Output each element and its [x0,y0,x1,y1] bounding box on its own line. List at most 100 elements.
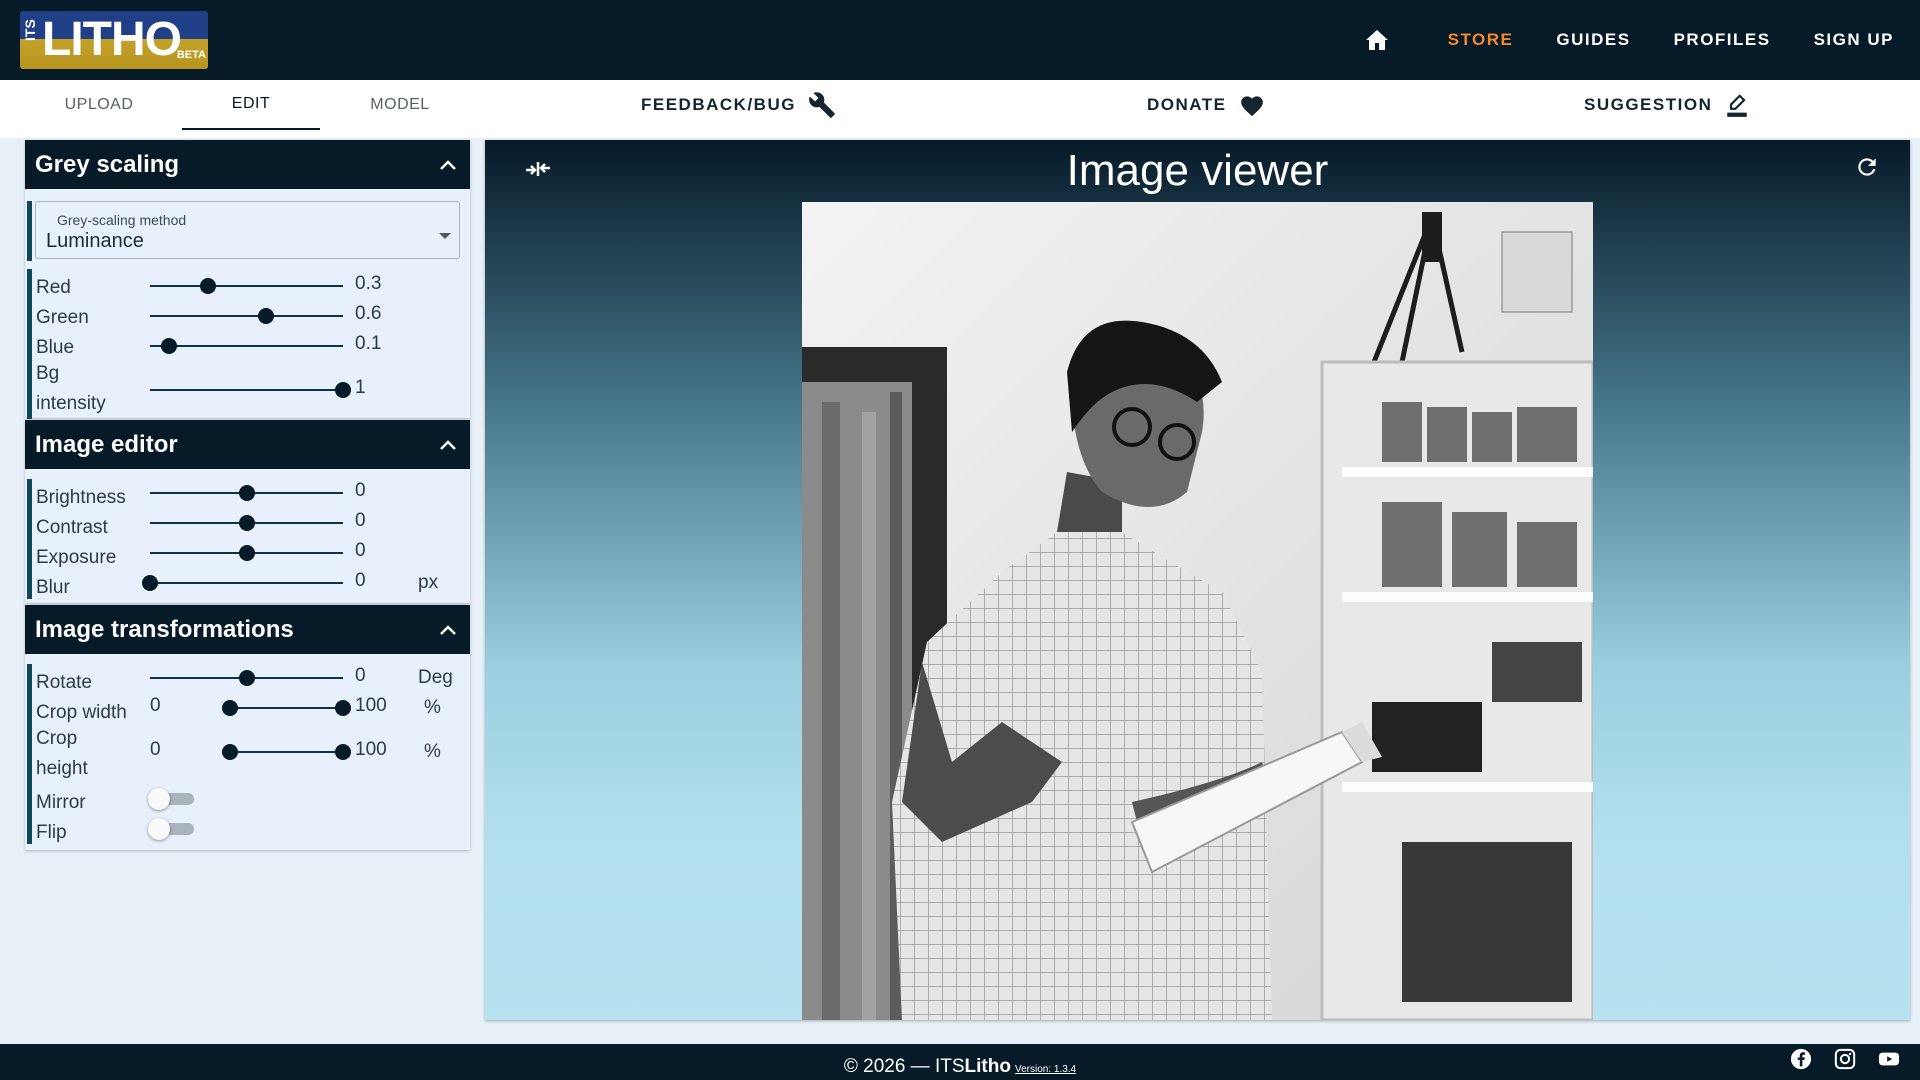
crop-width-max-thumb[interactable] [335,700,351,716]
red-slider-thumb[interactable] [199,278,216,294]
blur-label: Blur [36,577,70,598]
image-editor-panel: Image editor Brightness 0 Contrast 0 Exp… [25,420,470,603]
crop-height-label-line2: height [36,758,88,779]
donate-label: DONATE [1147,95,1227,114]
crop-height-min-value: 0 [150,739,161,760]
refresh-icon[interactable] [1854,154,1880,180]
contrast-slider-thumb[interactable] [238,515,255,531]
footer: © 2026 — ITSLitho Version: 1.3.4 [0,1044,1920,1080]
blur-slider-track[interactable] [150,582,343,584]
mirror-toggle[interactable] [148,788,194,810]
exposure-value: 0 [355,540,366,561]
image-viewer-title: Image viewer [1066,146,1329,195]
nav-store[interactable]: STORE [1448,30,1514,50]
grey-scaling-panel: Grey scaling Grey-scaling method Luminan… [25,140,470,419]
footer-copyright: © 2026 — ITSLitho Version: 1.3.4 [0,1056,1920,1078]
chevron-up-icon[interactable] [438,438,458,452]
flip-toggle-knob [148,818,170,840]
green-slider-track[interactable] [150,315,343,317]
logo-beta-badge: BETA [176,49,206,61]
crop-width-unit: % [424,697,441,718]
wrench-icon [809,92,835,118]
social-links [1790,1048,1900,1070]
dropdown-caret-icon [439,233,451,239]
contrast-slider-row: Contrast 0 [27,509,470,539]
brightness-slider-row: Brightness 0 [27,479,470,509]
grey-scaling-method-label: Grey-scaling method [57,212,187,228]
blur-unit: px [418,572,439,593]
crop-width-min-value: 0 [150,695,161,716]
blur-value: 0 [355,570,366,591]
red-slider-track[interactable] [150,285,343,287]
blue-slider-track[interactable] [150,345,343,347]
suggestion-label: SUGGESTION [1584,95,1713,114]
grey-scaling-header[interactable]: Grey scaling [25,140,470,189]
rotate-unit: Deg [418,667,453,688]
bg-intensity-slider-track[interactable] [150,389,343,391]
grey-scaling-method-select[interactable]: Grey-scaling method Luminance [35,201,460,259]
photo-content [802,202,1593,1020]
blue-slider-thumb[interactable] [161,338,178,354]
mirror-row: Mirror [27,784,470,814]
tab-upload[interactable]: UPLOAD [30,80,168,130]
instagram-icon[interactable] [1834,1048,1856,1070]
crop-height-unit: % [424,741,441,762]
blur-slider-row: Blur 0 px [27,569,470,599]
bg-intensity-slider-row: Bg intensity 1 [27,359,470,419]
flip-toggle[interactable] [148,818,194,840]
tab-model[interactable]: MODEL [331,80,469,130]
sub-toolbar: UPLOAD EDIT MODEL FEEDBACK/BUG DONATE SU… [0,80,1920,138]
nav-guides[interactable]: GUIDES [1556,30,1630,50]
facebook-icon[interactable] [1790,1048,1812,1070]
crop-height-slider-row: Crop height 0 100 % [27,724,470,784]
chevron-up-icon[interactable] [438,623,458,637]
itslitho-logo[interactable]: ITS LITHO BETA [20,11,208,69]
grayscale-photo [802,202,1593,1020]
image-editor-title: Image editor [35,430,178,458]
brightness-slider-thumb[interactable] [238,485,255,501]
image-transformations-title: Image transformations [35,615,294,643]
mirror-toggle-knob [148,788,170,810]
crop-height-range-track[interactable] [230,751,343,753]
crop-height-label-line1: Crop [36,728,78,749]
copyright-brand: Litho [964,1056,1011,1077]
version-link[interactable]: Version: 1.3.4 [1015,1064,1076,1075]
logo-its-text: ITS [22,19,38,41]
crop-width-min-thumb[interactable] [222,700,238,716]
logo-litho-text: LITHO [42,13,182,66]
nav-profiles[interactable]: PROFILES [1674,30,1771,50]
crop-height-max-value: 100 [355,739,387,760]
image-editor-header[interactable]: Image editor [25,420,470,469]
grey-scaling-method-value: Luminance [46,230,144,252]
exposure-slider-thumb[interactable] [238,545,255,561]
image-transformations-header[interactable]: Image transformations [25,605,470,654]
copyright-text: © 2026 — ITS [843,1056,965,1077]
main-nav: STORE GUIDES PROFILES SIGN UP [1364,0,1894,80]
bg-intensity-slider-thumb[interactable] [335,382,351,398]
crop-height-min-thumb[interactable] [222,744,238,760]
exposure-slider-row: Exposure 0 [27,539,470,569]
youtube-icon[interactable] [1878,1048,1900,1070]
chevron-up-icon[interactable] [438,158,458,172]
grey-scaling-title: Grey scaling [35,150,180,178]
donate-button[interactable]: DONATE [1147,80,1265,130]
home-icon[interactable] [1364,27,1390,53]
crop-height-label: Crop height [36,724,146,784]
feedback-bug-button[interactable]: FEEDBACK/BUG [641,80,836,130]
tab-edit[interactable]: EDIT [182,80,320,130]
green-slider-thumb[interactable] [257,308,274,324]
heart-icon [1240,96,1263,117]
nav-signup[interactable]: SIGN UP [1814,30,1894,50]
blur-slider-thumb[interactable] [142,575,158,591]
suggestion-button[interactable]: SUGGESTION [1584,80,1750,130]
top-navbar: ITS LITHO BETA STORE GUIDES PROFILES SIG… [0,0,1920,80]
edit-stamp-icon [1727,94,1748,117]
brightness-value: 0 [355,480,366,501]
crop-height-max-thumb[interactable] [335,744,351,760]
flip-label: Flip [36,822,67,843]
crop-width-range-track[interactable] [230,707,343,709]
bg-intensity-value: 1 [355,377,366,398]
bg-intensity-label-line1: Bg [36,363,60,384]
rotate-slider-thumb[interactable] [238,670,255,686]
crop-width-slider-row: Crop width 0 100 % [27,694,470,724]
